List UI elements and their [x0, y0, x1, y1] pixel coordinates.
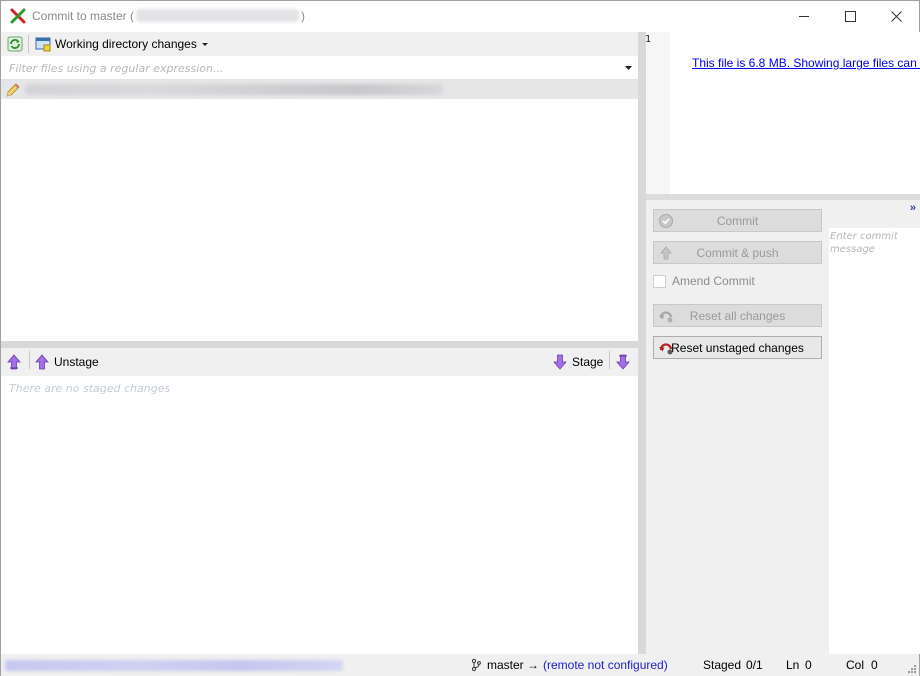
redacted-file-name: [25, 84, 443, 95]
arrow-down-icon: [553, 354, 567, 370]
filter-dropdown-button[interactable]: [620, 59, 636, 77]
stage-all-icon[interactable]: [616, 354, 630, 370]
arrow-up-icon: [35, 354, 49, 370]
commit-button[interactable]: Commit: [653, 209, 822, 232]
toolbar-separator: [609, 351, 610, 369]
amend-label: Amend Commit: [672, 274, 755, 288]
close-icon: [890, 10, 902, 22]
commit-dialog: Commit to master () Working directory ch…: [0, 0, 920, 676]
unstaged-file-list: [1, 80, 638, 341]
branch-name: master →: [487, 658, 540, 672]
horizontal-splitter[interactable]: [1, 341, 638, 348]
redacted-status-text: [5, 660, 343, 671]
expand-icon[interactable]: »: [910, 202, 916, 214]
reset-icon: [659, 311, 673, 323]
close-button[interactable]: [873, 1, 919, 31]
refresh-icon[interactable]: [7, 36, 23, 52]
resize-grip-icon[interactable]: [905, 662, 917, 674]
stage-label: Stage: [572, 355, 604, 369]
unstage-all-icon[interactable]: [7, 354, 21, 370]
commit-message-input[interactable]: [830, 230, 918, 310]
commit-panel: Commit Commit & push Amend Commit Reset …: [646, 200, 829, 654]
commit-and-push-button[interactable]: Commit & push: [653, 241, 822, 264]
working-directory-icon: [35, 37, 51, 52]
column-value: 0: [871, 658, 878, 672]
window-title-text: Commit to master (: [32, 9, 135, 23]
commit-message-area: »: [829, 200, 920, 654]
reset-all-label: Reset all changes: [689, 308, 786, 323]
reset-all-changes-button[interactable]: Reset all changes: [653, 304, 822, 327]
check-circle-icon: [659, 214, 673, 228]
working-directory-label: Working directory changes: [55, 37, 197, 51]
line-value: 0: [805, 658, 812, 672]
no-staged-changes-text: There are no staged changes: [9, 382, 171, 395]
commit-label: Commit: [716, 213, 759, 228]
column-label: Col: [846, 658, 865, 672]
diff-viewer: 1 This file is 6.8 MB. Showing large fil…: [646, 32, 920, 194]
line-number: 1: [646, 34, 652, 45]
stage-button[interactable]: Stage: [553, 352, 603, 372]
maximize-icon: [844, 10, 856, 22]
minimize-icon: [799, 16, 809, 17]
window-title-close: ): [301, 9, 306, 23]
toolbar-separator: [28, 35, 29, 53]
vertical-splitter[interactable]: [638, 32, 646, 654]
chevron-down-icon: [201, 43, 208, 46]
remote-status-link[interactable]: (remote not configured): [543, 658, 668, 672]
amend-commit-checkbox[interactable]: Amend Commit: [653, 273, 755, 289]
redacted-repo-path: [136, 9, 300, 22]
branch-icon: [471, 658, 481, 672]
message-header: »: [829, 200, 920, 228]
unstage-button[interactable]: Unstage: [35, 352, 99, 372]
working-directory-dropdown[interactable]: Working directory changes: [33, 34, 211, 54]
window-title: Commit to master (): [32, 9, 305, 23]
status-bar: master → (remote not configured) Staged …: [1, 654, 919, 676]
staged-file-list: There are no staged changes: [1, 376, 638, 654]
line-number-gutter: 1: [646, 32, 670, 194]
staged-count: 0/1: [746, 658, 763, 672]
show-large-file-link[interactable]: This file is 6.8 MB. Showing large files…: [692, 56, 920, 70]
line-label: Ln: [786, 658, 800, 672]
title-bar: Commit to master (): [1, 1, 919, 32]
changes-panel: Working directory changes Filter files u…: [1, 32, 638, 654]
git-extensions-icon: [10, 8, 26, 24]
pencil-icon: [6, 83, 20, 97]
unstaged-toolbar: Working directory changes: [1, 32, 638, 56]
amend-checkbox-box[interactable]: [653, 274, 666, 288]
minimize-button[interactable]: [781, 1, 827, 31]
reset-icon: [659, 343, 673, 355]
unstaged-file-row[interactable]: [1, 80, 638, 99]
maximize-button[interactable]: [827, 1, 873, 31]
reset-unstaged-changes-button[interactable]: Reset unstaged changes: [653, 336, 822, 359]
toolbar-separator: [29, 351, 30, 369]
filter-row: [1, 56, 638, 80]
staged-label: Staged: [703, 658, 742, 672]
push-icon: [660, 246, 672, 260]
commit-push-label: Commit & push: [696, 245, 779, 260]
chevron-down-icon: [624, 65, 632, 70]
staged-toolbar: Unstage Stage: [1, 348, 638, 376]
unstage-label: Unstage: [54, 355, 99, 369]
file-filter-input[interactable]: [3, 59, 615, 77]
reset-unstaged-label: Reset unstaged changes: [671, 340, 804, 355]
